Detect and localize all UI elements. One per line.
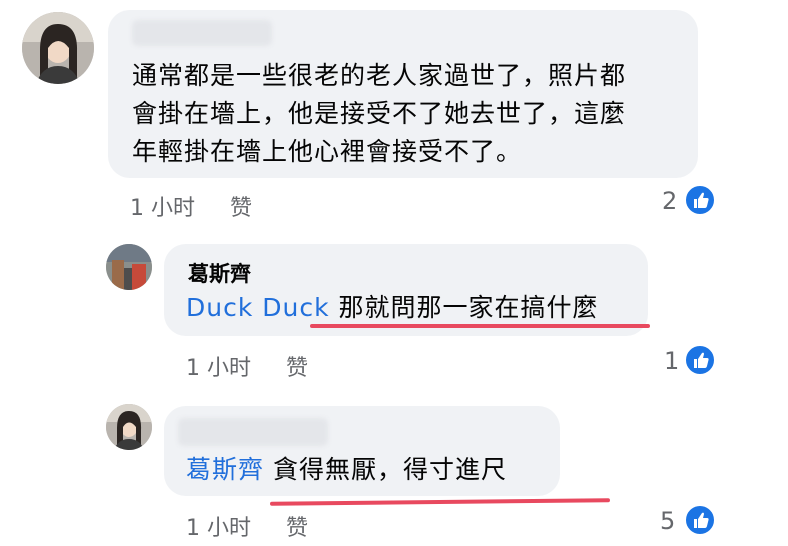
- comment-body: 葛斯齊 貪得無厭，得寸進尺: [186, 450, 507, 490]
- comment-timestamp[interactable]: 1 小时: [186, 350, 251, 382]
- comment-text-line: 年輕掛在墻上他心裡會接受不了。: [132, 137, 523, 166]
- comment-body: Duck Duck 那就問那一家在搞什麼: [186, 288, 599, 328]
- comment-text-line: 會掛在墻上，他是接受不了她去世了，這麼: [132, 99, 627, 128]
- like-button[interactable]: 赞: [286, 350, 308, 382]
- comment-text: 那就問那一家在搞什麼: [338, 293, 599, 322]
- comment-text-line: 通常都是一些很老的老人家過世了，照片都: [132, 61, 627, 90]
- reaction-count[interactable]: 5: [660, 507, 675, 535]
- reaction-count[interactable]: 1: [664, 347, 679, 375]
- comment-author[interactable]: 葛斯齊: [188, 258, 251, 288]
- avatar-image: [22, 12, 94, 84]
- reaction-count[interactable]: 2: [662, 187, 677, 215]
- red-underline-annotation: [310, 324, 650, 328]
- comment-bubble: 通常都是一些很老的老人家過世了，照片都 會掛在墻上，他是接受不了她去世了，這麼 …: [108, 10, 698, 178]
- avatar[interactable]: [106, 404, 152, 450]
- avatar-image: [106, 244, 152, 290]
- thumbs-up-icon[interactable]: [684, 504, 716, 536]
- like-button[interactable]: 赞: [230, 190, 252, 222]
- blurred-author-name: [132, 20, 272, 46]
- thumbs-up-icon[interactable]: [684, 184, 716, 216]
- blurred-author-name: [178, 418, 328, 446]
- mention-link[interactable]: Duck Duck: [186, 293, 330, 322]
- thumbs-up-icon[interactable]: [684, 344, 716, 376]
- comment-timestamp[interactable]: 1 小时: [130, 190, 195, 222]
- red-underline-annotation: [269, 498, 611, 506]
- mention-link[interactable]: 葛斯齊: [186, 455, 264, 484]
- reply-bubble: 葛斯齊 貪得無厭，得寸進尺: [164, 406, 560, 496]
- avatar[interactable]: [106, 244, 152, 290]
- comment-timestamp[interactable]: 1 小时: [186, 510, 251, 542]
- avatar-image: [106, 404, 152, 450]
- avatar[interactable]: [22, 12, 94, 84]
- like-button[interactable]: 赞: [286, 510, 308, 542]
- reply-bubble: 葛斯齊 Duck Duck 那就問那一家在搞什麼: [164, 244, 648, 336]
- comment-text: 貪得無厭，得寸進尺: [272, 455, 507, 484]
